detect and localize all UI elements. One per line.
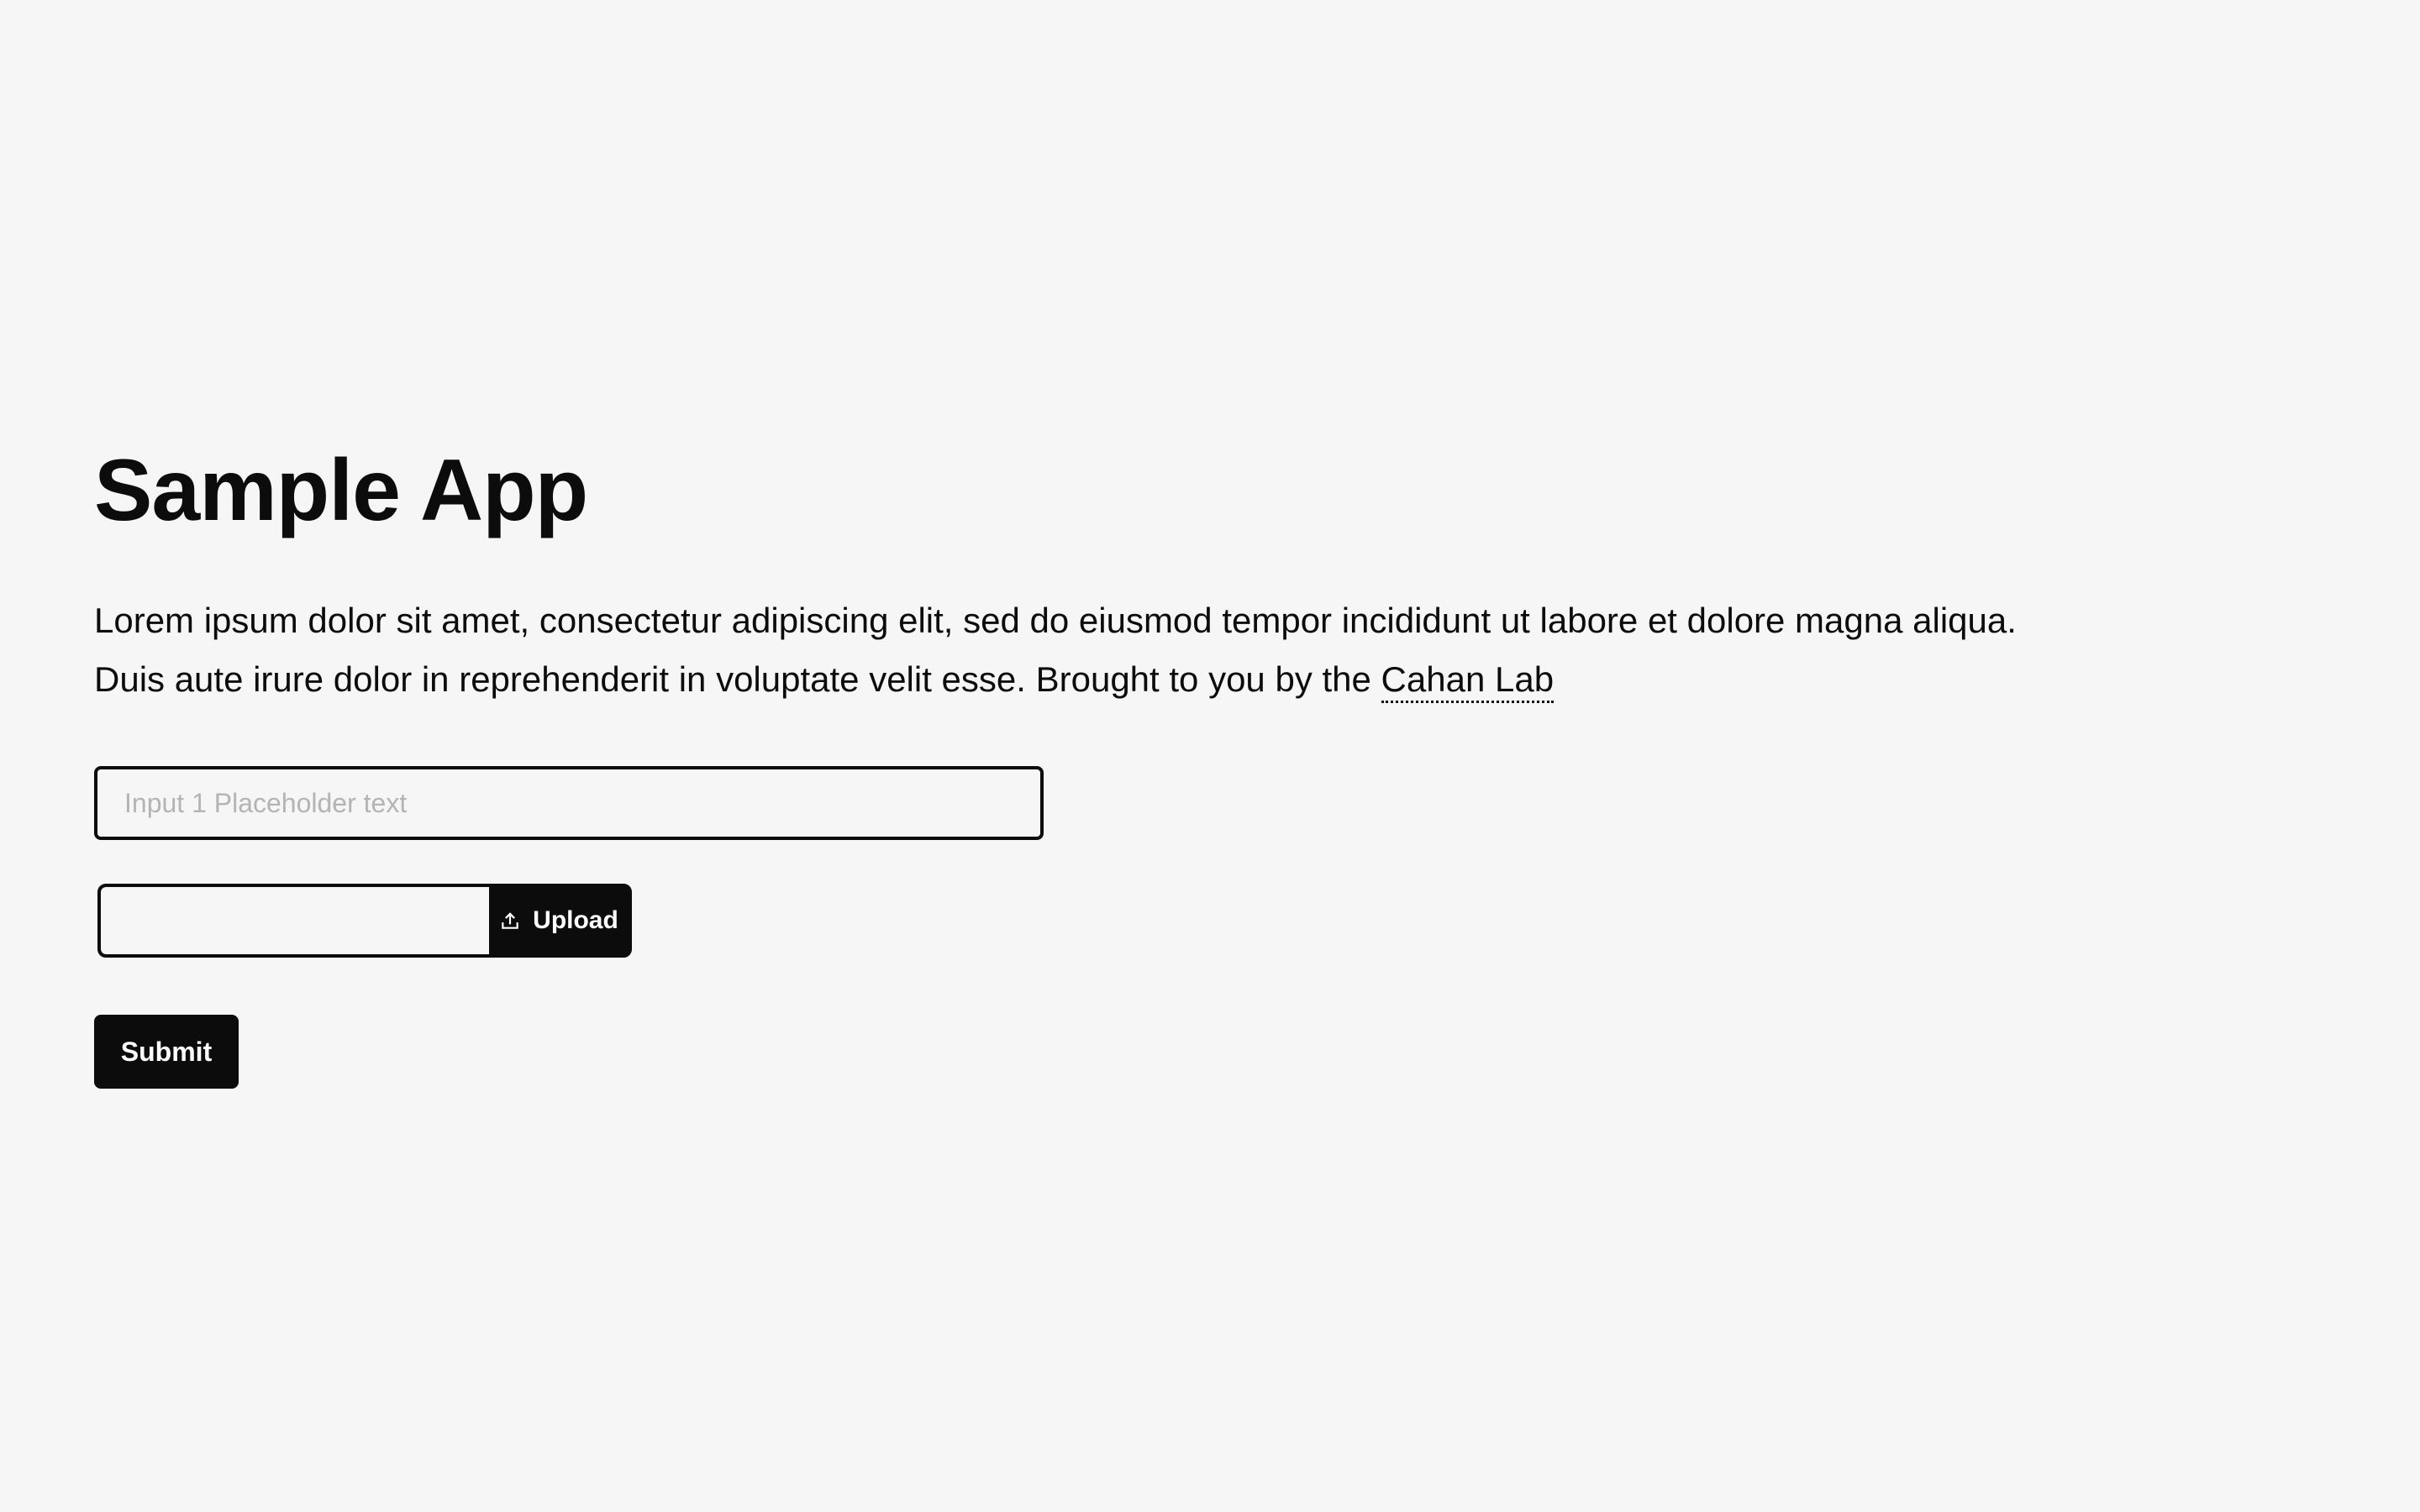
file-name-field[interactable] (101, 887, 489, 954)
upload-button-label: Upload (533, 906, 618, 934)
cahan-lab-link[interactable]: Cahan Lab (1381, 659, 1555, 703)
input-1-field[interactable] (94, 766, 1044, 840)
description-line-1: Lorem ipsum dolor sit amet, consectetur … (94, 601, 2017, 640)
submit-button[interactable]: Submit (94, 1015, 239, 1089)
main-content: Sample App Lorem ipsum dolor sit amet, c… (94, 437, 2279, 1089)
description: Lorem ipsum dolor sit amet, consectetur … (94, 591, 2178, 709)
page: Sample App Lorem ipsum dolor sit amet, c… (0, 0, 2420, 1512)
upload-button[interactable]: Upload (489, 887, 629, 954)
description-line-2: Duis aute irure dolor in reprehenderit i… (94, 650, 2178, 709)
description-line-2-text: Duis aute irure dolor in reprehenderit i… (94, 659, 1381, 699)
file-upload-group: Upload (97, 884, 632, 958)
page-title: Sample App (94, 442, 588, 539)
upload-icon (499, 910, 521, 932)
